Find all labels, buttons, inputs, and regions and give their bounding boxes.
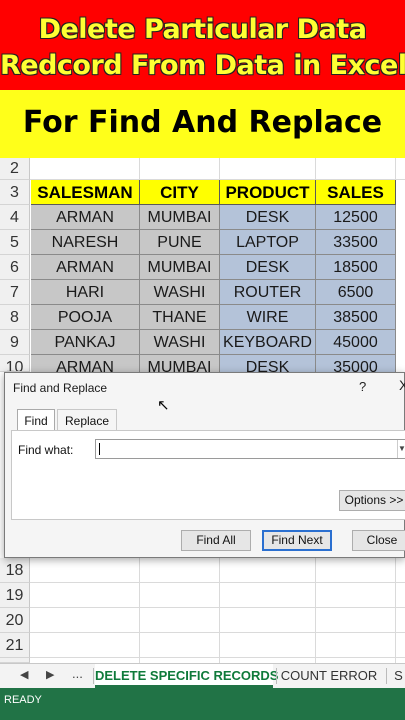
status-text: READY <box>4 694 42 706</box>
mouse-pointer-icon: ↖ <box>157 397 170 414</box>
gridline <box>30 632 405 633</box>
status-bar: READY <box>0 688 405 720</box>
column-header-sales[interactable]: SALES <box>316 180 396 205</box>
cell-salesman[interactable]: NARESH <box>31 230 140 255</box>
row-header[interactable]: 3 <box>0 180 30 205</box>
cell-sales[interactable]: 6500 <box>316 280 396 305</box>
divider <box>276 668 277 684</box>
gridline <box>30 582 405 583</box>
cell-city[interactable]: MUMBAI <box>140 205 220 230</box>
cell-city[interactable]: MUMBAI <box>140 255 220 280</box>
cell-city[interactable]: THANE <box>140 305 220 330</box>
column-header-salesman[interactable]: SALESMAN <box>31 180 140 205</box>
divider <box>386 668 387 684</box>
title-banner: Delete Particular Data Redcord From Data… <box>0 0 405 90</box>
tab-find[interactable]: Find <box>17 409 55 432</box>
cell-salesman[interactable]: HARI <box>31 280 140 305</box>
cell-salesman[interactable]: ARMAN <box>31 255 140 280</box>
column-header-product[interactable]: PRODUCT <box>220 180 316 205</box>
banner-subtitle: For Find And Replace <box>22 105 383 140</box>
row-header[interactable]: 18 <box>0 558 30 583</box>
chevron-down-icon[interactable]: ▼ <box>397 440 405 458</box>
subtitle-banner: For Find And Replace <box>0 90 405 158</box>
row-header[interactable]: 20 <box>0 608 30 633</box>
gridline <box>30 607 405 608</box>
cell-sales[interactable]: 33500 <box>316 230 396 255</box>
find-what-label: Find what: <box>18 443 74 457</box>
cell-sales[interactable]: 12500 <box>316 205 396 230</box>
more-sheets-button[interactable]: ... <box>72 666 83 681</box>
text-caret <box>99 443 100 455</box>
gridline <box>30 657 405 658</box>
row-header[interactable]: 2 <box>0 158 30 180</box>
row-header[interactable]: 10 <box>0 355 30 372</box>
sheet-tab-bar: ◀ ▶ ... DELETE SPECIFIC RECORDS COUNT ER… <box>0 663 405 688</box>
banner-title-line2: Redcord From Data in Excel <box>0 50 405 81</box>
row-header[interactable]: 19 <box>0 583 30 608</box>
cell-product[interactable]: WIRE <box>220 305 316 330</box>
cell-product[interactable]: ROUTER <box>220 280 316 305</box>
close-icon[interactable]: X <box>399 377 405 393</box>
help-button[interactable]: ? <box>359 379 366 394</box>
cell-city[interactable]: WASHI <box>140 330 220 355</box>
cell-sales[interactable]: 45000 <box>316 330 396 355</box>
sheet-tab-count-error[interactable]: COUNT ERROR <box>280 664 378 688</box>
cell-salesman[interactable]: POOJA <box>31 305 140 330</box>
row-header[interactable]: 21 <box>0 633 30 658</box>
cell-sales[interactable]: 38500 <box>316 305 396 330</box>
cell-salesman[interactable]: PANKAJ <box>31 330 140 355</box>
dialog-title: Find and Replace <box>13 381 108 395</box>
banner-title-line1: Delete Particular Data <box>38 14 367 45</box>
find-next-button[interactable]: Find Next <box>262 530 332 551</box>
sheet-tab-s[interactable]: S <box>392 664 405 688</box>
cell-product[interactable]: DESK <box>220 255 316 280</box>
find-all-button[interactable]: Find All <box>181 530 251 551</box>
cell-city[interactable]: PUNE <box>140 230 220 255</box>
next-sheet-icon[interactable]: ▶ <box>46 668 54 681</box>
prev-sheet-icon[interactable]: ◀ <box>20 668 28 681</box>
row-header[interactable]: 4 <box>0 205 30 230</box>
cell-salesman[interactable]: ARMAN <box>31 205 140 230</box>
tab-replace[interactable]: Replace <box>57 409 117 431</box>
cell-city[interactable]: WASHI <box>140 280 220 305</box>
sheet-tab-delete-specific-records[interactable]: DELETE SPECIFIC RECORDS <box>95 664 278 688</box>
column-header-city[interactable]: CITY <box>140 180 220 205</box>
cell-product[interactable]: KEYBOARD <box>220 330 316 355</box>
divider <box>93 668 94 684</box>
find-what-input[interactable]: ▼ <box>95 439 405 459</box>
row-header[interactable]: 5 <box>0 230 30 255</box>
cell-product[interactable]: LAPTOP <box>220 230 316 255</box>
close-button[interactable]: Close <box>352 530 405 551</box>
row-header[interactable]: 8 <box>0 305 30 330</box>
row-header[interactable]: 9 <box>0 330 30 355</box>
cell-sales[interactable]: 18500 <box>316 255 396 280</box>
cell-product[interactable]: DESK <box>220 205 316 230</box>
options-button[interactable]: Options >> <box>339 490 405 511</box>
row-header[interactable]: 6 <box>0 255 30 280</box>
row-header[interactable]: 7 <box>0 280 30 305</box>
find-replace-dialog[interactable]: Find and Replace ? X ↖ Find Replace Find… <box>4 372 405 558</box>
